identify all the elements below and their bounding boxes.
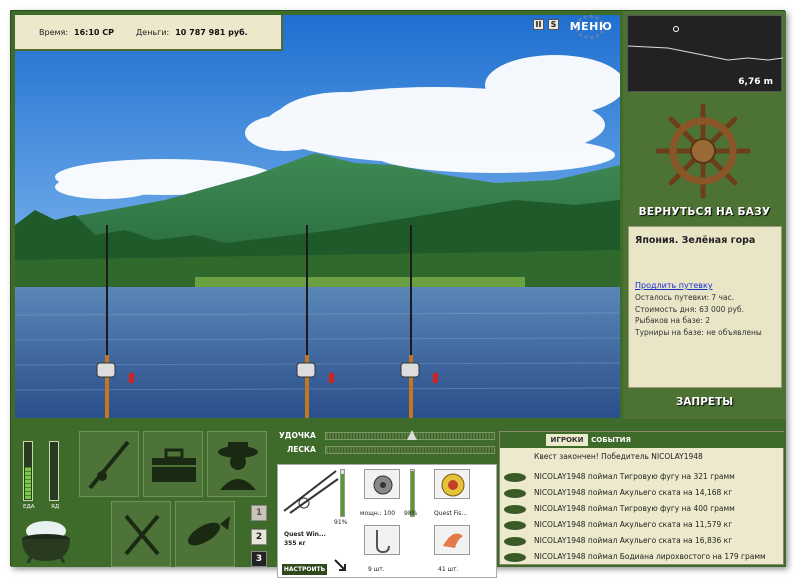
depth-map[interactable]: 6,76 m (627, 15, 784, 92)
location-info: Япония. Зелёная гора Продлить путевку Ос… (628, 226, 782, 388)
page-3-button[interactable]: 3 (251, 551, 267, 567)
fish-icon (504, 521, 526, 530)
anglers-count: Рыбаков на базе: 2 (635, 316, 710, 325)
tackle-box-icon (152, 448, 196, 482)
reel-slot[interactable] (364, 469, 400, 499)
food-label: ЕДА (23, 504, 35, 510)
time-value: 16:10 СР (74, 27, 115, 37)
rod-tension-label: УДОЧКА (279, 431, 316, 440)
shrimp-bait-icon (443, 533, 463, 548)
events-panel: ИГРОКИ СОБЫТИЯ Квест закончен! Победител… (499, 431, 785, 565)
status-bar: Время: 16:10 СР Деньги: 10 787 981 руб. (15, 15, 283, 51)
line-spool-icon (441, 473, 465, 497)
hook-icon (376, 530, 390, 554)
rod-tile[interactable] (79, 431, 139, 497)
location-name: Япония. Зелёная гора (635, 235, 756, 246)
line-name: Quest Fis... (434, 510, 468, 517)
bait-slot[interactable] (434, 525, 470, 555)
cauldron-icon[interactable] (17, 517, 75, 563)
rod-reel-icon (283, 470, 339, 514)
time-label: Время: (39, 27, 69, 37)
menu-button[interactable]: МЕНЮ (567, 15, 615, 39)
reel-icon (373, 475, 393, 495)
money-label: Деньги: (136, 27, 170, 37)
fishing-scene[interactable] (15, 15, 620, 418)
tournaments-info: Турниры на базе: не объявлены (635, 327, 762, 337)
tension-marker-icon (407, 430, 417, 440)
page-2-button[interactable]: 2 (251, 529, 267, 545)
tackle-box-tile[interactable] (143, 431, 203, 497)
poison-label: ЯД (51, 504, 60, 510)
top-icons: II S (533, 19, 559, 30)
quest-message: Квест закончен! Победитель NICOLAY1948 (534, 452, 703, 461)
hook-slot[interactable] (364, 525, 400, 555)
bans-button[interactable]: ЗАПРЕТЫ (623, 396, 786, 408)
fish-icon (187, 516, 230, 546)
food-tile[interactable] (111, 501, 171, 567)
list-item: NICOLAY1948 поймал Бодиана лирохвостого … (504, 550, 781, 564)
fish-icon (504, 537, 526, 546)
fish-icon (504, 489, 526, 498)
rod-wear-bar (340, 469, 345, 517)
menu-label: МЕНЮ (569, 20, 613, 33)
extend-pass-link[interactable]: Продлить путевку (635, 281, 775, 290)
rod-icon (88, 440, 130, 490)
food-meter-fill (25, 467, 31, 499)
list-item: NICOLAY1948 поймал Тигровую фугу на 400 … (504, 502, 781, 516)
event-text: NICOLAY1948 поймал Тигровую фугу на 321 … (534, 472, 735, 481)
gear-slots: 91% Quest Win... 355 кг НАСТРОИТЬ мощн.:… (277, 464, 497, 578)
rod-weight: 355 кг (284, 540, 306, 547)
event-text: NICOLAY1948 поймал Акульего ската на 14,… (534, 488, 733, 497)
line-slot[interactable] (434, 469, 470, 499)
game-window: Время: 16:10 СР Деньги: 10 787 981 руб. … (10, 10, 786, 578)
rod-name: Quest Win... (284, 531, 326, 538)
tab-events[interactable]: СОБЫТИЯ (590, 434, 632, 446)
tackle-panel: УДОЧКА ЛЕСКА 91% Quest Win... 355 кг НАС… (277, 430, 497, 578)
resize-arrow-icon (334, 559, 346, 571)
event-text: NICOLAY1948 поймал Тигровую фугу на 400 … (534, 504, 735, 513)
pause-button[interactable]: II (533, 19, 544, 30)
pass-remaining: Осталось путевки: 7 час. (635, 293, 735, 302)
event-text: NICOLAY1948 поймал Акульего ската на 11,… (534, 520, 733, 529)
list-item: NICOLAY1948 поймал Акульего ската на 14,… (504, 486, 781, 500)
poison-meter (49, 441, 59, 501)
day-cost: Стоимость дня: 63 000 руб. (635, 304, 744, 314)
list-item: NICOLAY1948 поймал Акульего ската на 11,… (504, 518, 781, 532)
food-meter (23, 441, 33, 501)
event-text: NICOLAY1948 поймал Бодиана лирохвостого … (534, 552, 766, 561)
tab-players[interactable]: ИГРОКИ (546, 434, 588, 446)
hook-count: 9 шт. (368, 566, 385, 573)
character-tile[interactable] (207, 431, 267, 497)
angler-icon (218, 442, 258, 490)
rod-percent: 91% (334, 519, 348, 526)
line-tension-label: ЛЕСКА (287, 445, 316, 454)
catch-tile[interactable] (175, 501, 235, 567)
reel-percent: 98% (404, 510, 418, 517)
lake-landscape (15, 15, 620, 418)
fish-icon (504, 473, 526, 482)
right-panel: 6,76 m ВЕРНУТЬСЯ НА БАЗУ Япония. Зелёная… (623, 11, 786, 419)
sound-button[interactable]: S (548, 19, 559, 30)
bottom-panel: ЕДА ЯД 1 2 3 УДОЧКА ЛЕСКА 91% Quest Win.… (11, 419, 786, 578)
list-item: NICOLAY1948 поймал Акульего ската на 16,… (504, 534, 781, 548)
fish-icon (504, 505, 526, 514)
page-1-button[interactable]: 1 (251, 505, 267, 521)
line-tension-bar (325, 446, 495, 454)
event-text: NICOLAY1948 поймал Акульего ската на 16,… (534, 536, 733, 545)
fish-icon (504, 553, 526, 562)
bait-count: 41 шт. (438, 566, 459, 573)
ship-wheel-icon[interactable] (653, 101, 753, 201)
reel-power: мощн.: 100 (360, 510, 396, 517)
setup-button[interactable]: НАСТРОИТЬ (282, 564, 327, 575)
fork-knife-icon (124, 514, 160, 556)
events-tabs: ИГРОКИ СОБЫТИЯ (500, 432, 785, 448)
money-value: 10 787 981 руб. (175, 27, 248, 37)
list-item: NICOLAY1948 поймал Тигровую фугу на 321 … (504, 470, 781, 484)
back-to-base-button[interactable]: ВЕРНУТЬСЯ НА БАЗУ (623, 206, 786, 218)
depth-value: 6,76 m (738, 77, 773, 87)
